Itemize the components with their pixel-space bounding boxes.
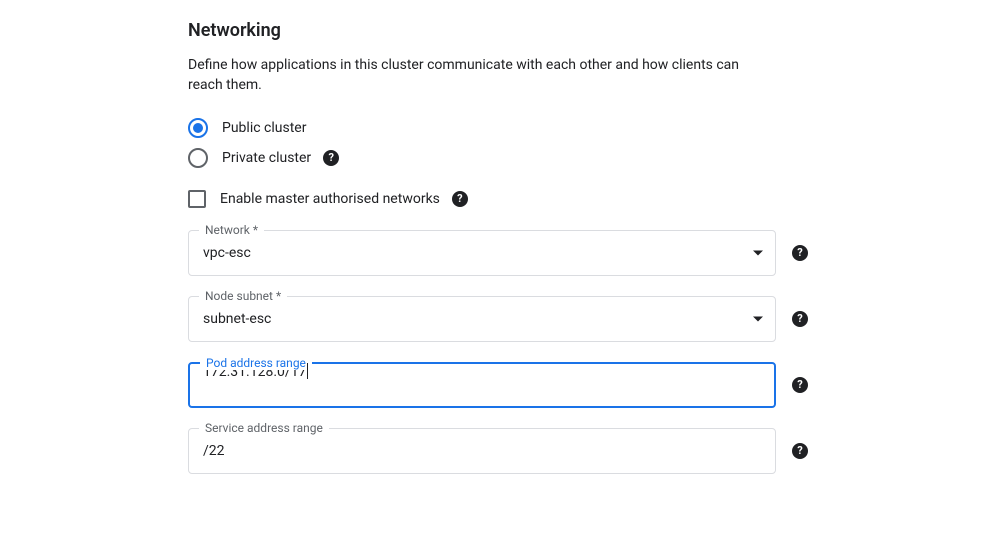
- master-auth-label: Enable master authorised networks: [220, 191, 440, 207]
- help-icon[interactable]: ?: [792, 377, 808, 393]
- service-range-field-row: Service address range ?: [188, 428, 808, 474]
- master-auth-checkbox[interactable]: [188, 190, 206, 208]
- networking-description: Define how applications in this cluster …: [188, 55, 758, 96]
- help-icon[interactable]: ?: [792, 311, 808, 327]
- public-cluster-row: Public cluster: [188, 118, 1000, 138]
- public-cluster-label: Public cluster: [222, 120, 306, 136]
- private-cluster-radio[interactable]: [188, 148, 208, 168]
- pod-range-field-row: Pod address range 172.31.128.0/17 ?: [188, 362, 808, 408]
- node-subnet-field-row: Node subnet * subnet-esc ?: [188, 296, 808, 342]
- node-subnet-label: Node subnet *: [199, 289, 287, 303]
- master-auth-row: Enable master authorised networks ?: [188, 190, 1000, 208]
- public-cluster-radio[interactable]: [188, 118, 208, 138]
- private-cluster-row: Private cluster ?: [188, 148, 1000, 168]
- pod-range-label: Pod address range: [200, 356, 312, 370]
- private-cluster-label: Private cluster: [222, 150, 311, 166]
- help-icon[interactable]: ?: [792, 245, 808, 261]
- cluster-visibility-radio-group: Public cluster Private cluster ?: [188, 118, 1000, 168]
- network-field-row: Network * vpc-esc ?: [188, 230, 808, 276]
- network-select[interactable]: Network * vpc-esc: [188, 230, 776, 276]
- chevron-down-icon[interactable]: [753, 316, 763, 321]
- service-range-label: Service address range: [199, 421, 329, 435]
- network-label: Network *: [199, 223, 264, 237]
- pod-range-input-wrapper: Pod address range 172.31.128.0/17: [188, 362, 776, 408]
- service-range-input-wrapper: Service address range: [188, 428, 776, 474]
- network-value: vpc-esc: [189, 231, 735, 261]
- help-icon[interactable]: ?: [792, 443, 808, 459]
- chevron-down-icon[interactable]: [753, 250, 763, 255]
- help-icon[interactable]: ?: [452, 191, 468, 207]
- text-caret-icon: [307, 363, 308, 379]
- node-subnet-select[interactable]: Node subnet * subnet-esc: [188, 296, 776, 342]
- help-icon[interactable]: ?: [323, 150, 339, 166]
- networking-heading: Networking: [188, 20, 1000, 41]
